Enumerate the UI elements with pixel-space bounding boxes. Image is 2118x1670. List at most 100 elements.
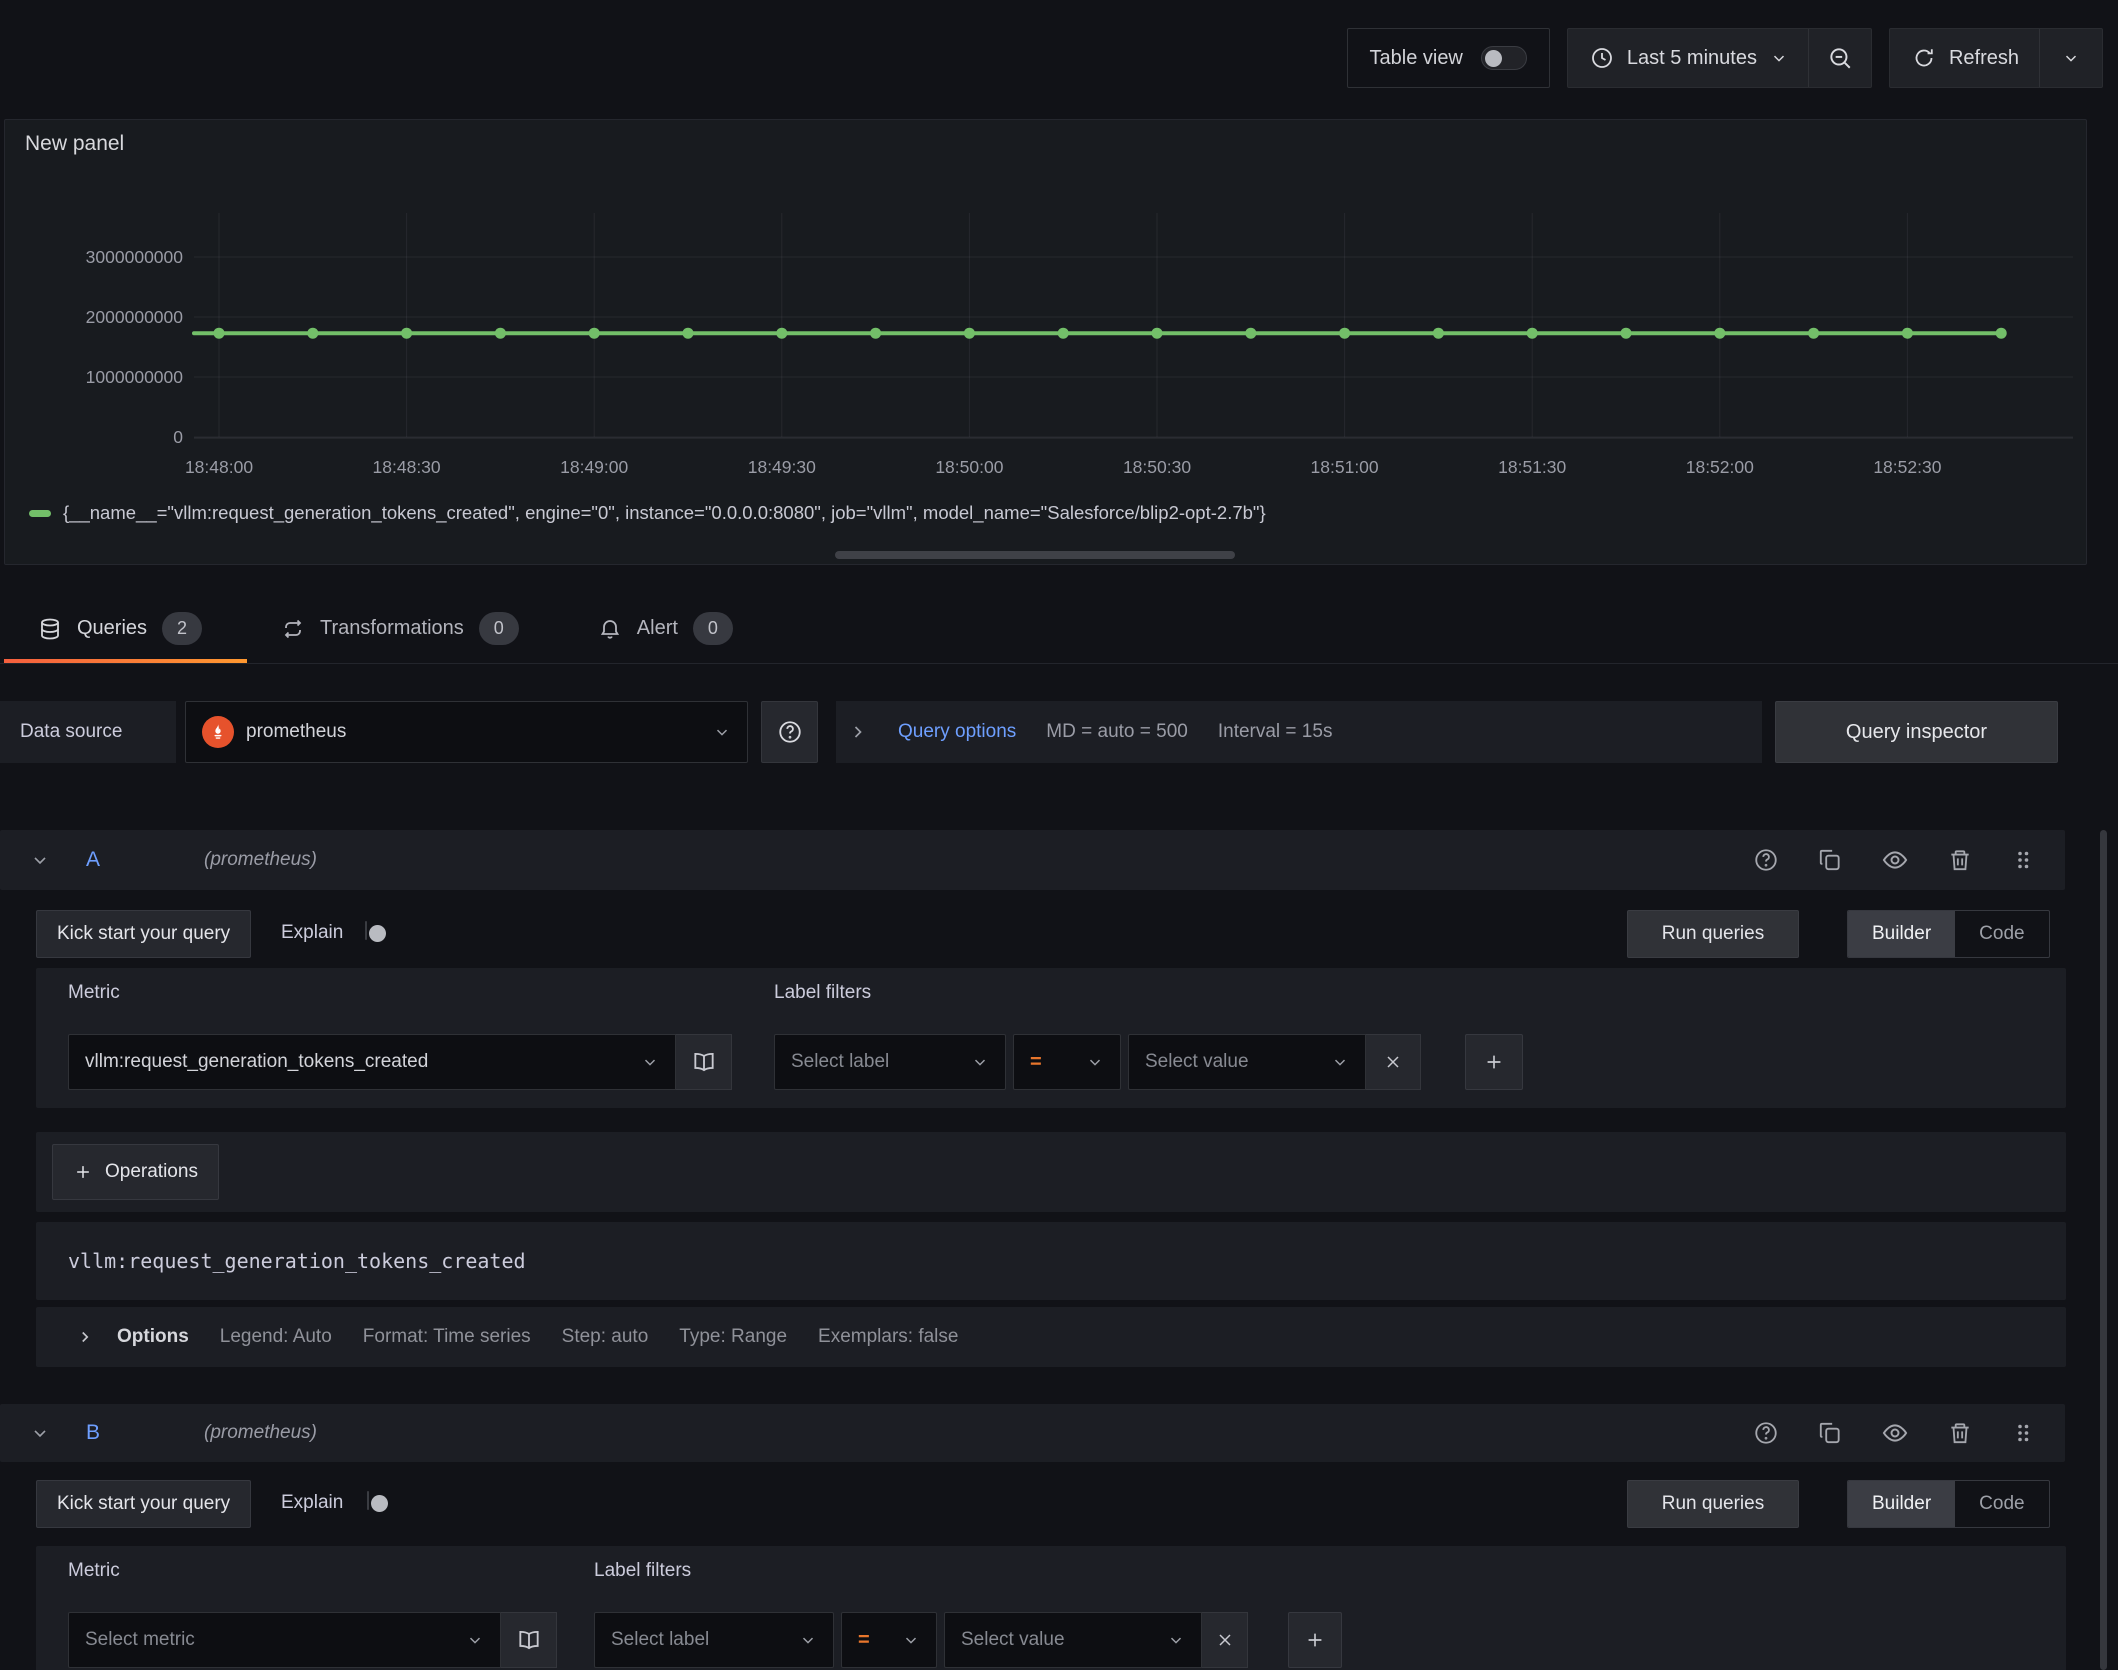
- tab-count-badge: 0: [693, 612, 733, 645]
- tab-count-badge: 0: [479, 612, 519, 645]
- query-b-header[interactable]: B (prometheus): [0, 1404, 2065, 1462]
- explain-toggle[interactable]: [367, 1491, 369, 1510]
- label-filter-label-select[interactable]: Select label: [774, 1034, 1006, 1090]
- chart-legend[interactable]: {__name__="vllm:request_generation_token…: [29, 502, 1266, 524]
- chevron-down-icon: [2062, 49, 2080, 67]
- tab-label: Alert: [637, 617, 678, 640]
- label-filter-operator-select[interactable]: =: [841, 1612, 937, 1668]
- kick-start-query-button[interactable]: Kick start your query: [36, 910, 251, 958]
- remove-filter-button[interactable]: [1366, 1034, 1421, 1090]
- transform-icon: [281, 617, 305, 641]
- label-filter-label-select[interactable]: Select label: [594, 1612, 834, 1668]
- angle-right-icon[interactable]: [76, 1328, 94, 1346]
- explain-toggle[interactable]: [365, 921, 367, 940]
- code-mode-option[interactable]: Code: [1955, 911, 2048, 957]
- toggle-knob: [371, 1495, 388, 1512]
- angle-right-icon[interactable]: [848, 722, 868, 742]
- code-mode-option[interactable]: Code: [1955, 1481, 2048, 1527]
- tab-queries[interactable]: Queries 2: [4, 594, 247, 663]
- builder-mode-option[interactable]: Builder: [1848, 1481, 1955, 1527]
- select-metric-placeholder: Select metric: [85, 1629, 195, 1651]
- datasource-help-button[interactable]: [761, 701, 818, 763]
- question-circle-icon: [777, 719, 803, 745]
- query-datasource-label: (prometheus): [204, 849, 317, 871]
- zoom-out-icon: [1827, 45, 1853, 71]
- toggle-knob: [369, 925, 386, 942]
- bell-icon: [598, 617, 622, 641]
- refresh-group: Refresh: [1889, 28, 2103, 88]
- trash-icon[interactable]: [1947, 847, 1973, 873]
- run-queries-button[interactable]: Run queries: [1627, 1480, 1799, 1528]
- datasource-picker[interactable]: prometheus: [185, 701, 748, 763]
- refresh-button[interactable]: Refresh: [1890, 29, 2039, 87]
- top-toolbar: Table view Last 5 minutes: [1347, 28, 2104, 88]
- panel-title: New panel: [25, 132, 124, 156]
- select-value-placeholder: Select value: [1145, 1051, 1249, 1073]
- drag-handle-icon[interactable]: [2011, 1421, 2035, 1445]
- label-filter-value-select[interactable]: Select value: [1128, 1034, 1366, 1090]
- metrics-explorer-button[interactable]: [676, 1034, 732, 1090]
- remove-filter-button[interactable]: [1202, 1612, 1248, 1668]
- label-filters-label: Label filters: [774, 982, 871, 1004]
- add-operations-button[interactable]: Operations: [52, 1144, 219, 1200]
- metrics-explorer-button[interactable]: [501, 1612, 557, 1668]
- query-a-header[interactable]: A (prometheus): [0, 830, 2065, 890]
- drag-handle-icon[interactable]: [2011, 848, 2035, 872]
- legend-series-label: {__name__="vllm:request_generation_token…: [63, 502, 1266, 524]
- table-view-group: Table view: [1347, 28, 1550, 88]
- metric-value: vllm:request_generation_tokens_created: [85, 1051, 428, 1073]
- trash-icon[interactable]: [1947, 1420, 1973, 1446]
- tab-count-badge: 2: [162, 612, 202, 645]
- table-view-toggle[interactable]: [1481, 46, 1527, 70]
- options-toggle[interactable]: Options: [117, 1326, 189, 1348]
- chevron-down-icon[interactable]: [30, 1423, 50, 1443]
- table-view-label: Table view: [1370, 47, 1463, 70]
- tab-alert[interactable]: Alert 0: [564, 594, 778, 663]
- kick-start-query-button[interactable]: Kick start your query: [36, 1480, 251, 1528]
- query-inspector-button[interactable]: Query inspector: [1775, 701, 2058, 763]
- label-filter-operator-select[interactable]: =: [1013, 1034, 1121, 1090]
- tab-transformations[interactable]: Transformations 0: [247, 594, 564, 663]
- help-icon[interactable]: [1753, 847, 1779, 873]
- eye-icon[interactable]: [1881, 846, 1909, 874]
- select-label-placeholder: Select label: [611, 1629, 709, 1651]
- chevron-down-icon: [466, 1631, 484, 1649]
- chevron-down-icon[interactable]: [30, 850, 50, 870]
- run-queries-button[interactable]: Run queries: [1627, 910, 1799, 958]
- builder-mode-option[interactable]: Builder: [1848, 911, 1955, 957]
- metric-select[interactable]: Select metric: [68, 1612, 501, 1668]
- grafana-panel-editor: Table view Last 5 minutes: [0, 0, 2118, 1670]
- database-icon: [38, 617, 62, 641]
- svg-text:18:50:00: 18:50:00: [935, 457, 1003, 477]
- svg-text:18:52:30: 18:52:30: [1873, 457, 1941, 477]
- prometheus-icon: [202, 716, 234, 748]
- svg-text:3000000000: 3000000000: [86, 247, 184, 267]
- panel-preview: 18:48:0018:48:3018:49:0018:49:3018:50:00…: [4, 119, 2087, 565]
- zoom-out-button[interactable]: [1809, 29, 1871, 87]
- operator-value: =: [1030, 1051, 1042, 1074]
- query-options-link[interactable]: Query options: [898, 721, 1016, 743]
- label-filter-value-select[interactable]: Select value: [944, 1612, 1202, 1668]
- svg-text:18:49:30: 18:49:30: [748, 457, 816, 477]
- chevron-down-icon: [713, 723, 731, 741]
- add-filter-button[interactable]: [1288, 1612, 1342, 1668]
- vertical-scrollbar[interactable]: [2100, 830, 2107, 1670]
- refresh-interval-dropdown[interactable]: [2040, 29, 2102, 87]
- duplicate-icon[interactable]: [1817, 1420, 1843, 1446]
- metric-select[interactable]: vllm:request_generation_tokens_created: [68, 1034, 676, 1090]
- datasource-name: prometheus: [246, 721, 346, 743]
- close-icon: [1215, 1630, 1235, 1650]
- plus-icon: [1483, 1051, 1505, 1073]
- duplicate-icon[interactable]: [1817, 847, 1843, 873]
- horizontal-scrollbar[interactable]: [835, 551, 1235, 559]
- refresh-label: Refresh: [1949, 47, 2019, 70]
- select-label-placeholder: Select label: [791, 1051, 889, 1073]
- add-filter-button[interactable]: [1465, 1034, 1523, 1090]
- plus-icon: [1304, 1629, 1326, 1651]
- chevron-down-icon: [799, 1631, 817, 1649]
- time-series-chart: 18:48:0018:48:3018:49:0018:49:3018:50:00…: [5, 120, 2086, 564]
- eye-icon[interactable]: [1881, 1419, 1909, 1447]
- query-b-builder-row: Metric Select metric Label filters Selec…: [36, 1546, 2066, 1670]
- time-range-button[interactable]: Last 5 minutes: [1568, 29, 1808, 87]
- help-icon[interactable]: [1753, 1420, 1779, 1446]
